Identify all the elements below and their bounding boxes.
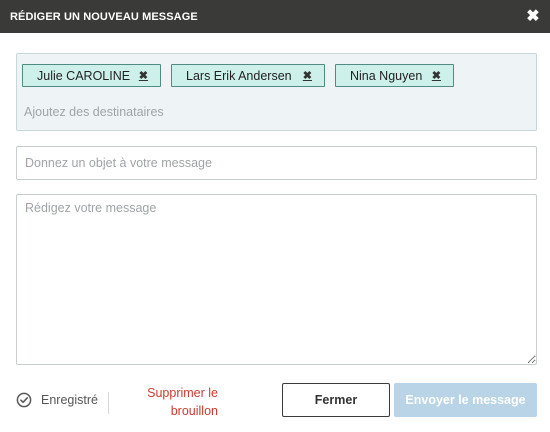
dialog-header: RÉDIGER UN NOUVEAU MESSAGE ✖ [0, 0, 550, 33]
recipient-chip: Lars Erik Andersen ✖ [171, 64, 325, 87]
saved-label: Enregistré [41, 393, 98, 407]
recipient-chip: Julie CAROLINE ✖ [22, 64, 161, 87]
divider [108, 392, 109, 414]
subject-input[interactable] [16, 146, 537, 180]
recipients-field[interactable]: Julie CAROLINE ✖ Lars Erik Andersen ✖ Ni… [16, 53, 537, 131]
recipient-chip: Nina Nguyen ✖ [335, 64, 454, 87]
remove-icon[interactable]: ✖ [139, 69, 148, 82]
remove-icon[interactable]: ✖ [303, 69, 312, 82]
dialog-title: RÉDIGER UN NOUVEAU MESSAGE [10, 10, 198, 23]
recipient-chip-label: Lars Erik Andersen [186, 68, 292, 83]
send-message-button[interactable]: Envoyer le message [394, 383, 537, 417]
remove-icon[interactable]: ✖ [432, 69, 441, 82]
add-recipient-input[interactable] [24, 103, 504, 121]
delete-draft-link[interactable]: Supprimer le brouillon [128, 384, 218, 420]
check-circle-icon [16, 392, 32, 408]
message-textarea[interactable] [16, 194, 537, 365]
close-button[interactable]: Fermer [282, 383, 390, 417]
recipient-chip-label: Nina Nguyen [350, 68, 423, 83]
close-icon[interactable]: ✖ [524, 8, 542, 26]
recipient-chip-label: Julie CAROLINE [37, 68, 131, 83]
saved-status: Enregistré [16, 392, 98, 408]
dialog-footer: Enregistré Supprimer le brouillon Fermer… [0, 380, 550, 424]
recipient-chips: Julie CAROLINE ✖ Lars Erik Andersen ✖ Ni… [22, 64, 454, 87]
